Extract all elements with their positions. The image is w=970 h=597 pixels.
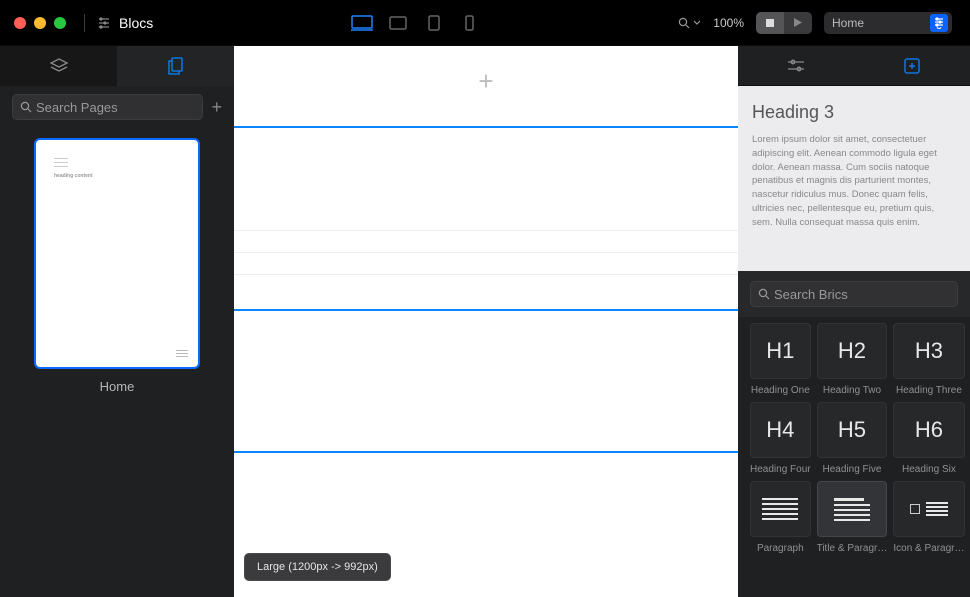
bric-cell-tp[interactable]: Title & Paragr… xyxy=(817,481,888,554)
left-panel: Search Pages + heading content Home xyxy=(0,46,234,597)
page-canvas[interactable]: + xyxy=(234,46,738,597)
breakpoint-tooltip: Large (1200px -> 992px) xyxy=(244,553,391,581)
preview-body-text: Lorem ipsum dolor sit amet, consectetuer… xyxy=(752,133,956,229)
page-selector[interactable]: Home xyxy=(824,12,952,34)
app-glyph-icon xyxy=(97,16,111,30)
preview-mode-segment xyxy=(756,12,812,34)
bric-label: Heading Three xyxy=(893,385,964,396)
brics-grid: H1 Heading One H2 Heading Two H3 Heading Thre… xyxy=(738,317,970,566)
close-window-button[interactable] xyxy=(14,17,26,29)
bric-label: Title & Paragr… xyxy=(817,543,888,554)
tab-inspector[interactable] xyxy=(738,46,854,85)
tab-pages[interactable] xyxy=(117,46,234,86)
right-panel-tabs xyxy=(738,46,970,86)
bric-tile: H6 xyxy=(893,402,964,458)
bric-tile: H5 xyxy=(817,402,888,458)
bric-tile: H4 xyxy=(750,402,811,458)
bric-tile: H2 xyxy=(817,323,888,379)
sliders-icon xyxy=(787,59,805,73)
bric-preview: Heading 3 Lorem ipsum dolor sit amet, co… xyxy=(738,86,970,271)
page-selector-dropdown-icon xyxy=(930,14,948,32)
page-selector-label: Home xyxy=(832,16,864,30)
search-brics-placeholder: Search Brics xyxy=(774,287,848,302)
device-desktop-button[interactable] xyxy=(349,13,375,33)
selection-bottom-edge xyxy=(234,451,738,453)
search-pages-input[interactable]: Search Pages xyxy=(12,94,203,120)
bric-tile xyxy=(893,481,964,537)
right-panel: Heading 3 Lorem ipsum dolor sit amet, co… xyxy=(738,46,970,597)
bric-label: Heading One xyxy=(750,385,811,396)
preview-heading: Heading 3 xyxy=(752,102,956,123)
thumb-mini-heading: heading content xyxy=(54,173,180,179)
stop-preview-button[interactable] xyxy=(756,12,784,34)
tab-brics-library[interactable] xyxy=(854,46,970,85)
page-thumbnail-home[interactable]: heading content xyxy=(34,138,200,369)
bric-label: Heading Five xyxy=(817,464,888,475)
bric-tile: H3 xyxy=(893,323,964,379)
canvas-area: + Large (1200px -> 992px) xyxy=(234,46,738,597)
bric-tile xyxy=(817,481,888,537)
bric-label: Heading Four xyxy=(750,464,811,475)
titlebar-divider xyxy=(84,14,85,32)
guide-line xyxy=(234,126,738,128)
add-bric-icon xyxy=(904,58,920,74)
bric-tile xyxy=(750,481,811,537)
bric-cell-ip[interactable]: Icon & Paragr… xyxy=(893,481,964,554)
add-page-button[interactable]: + xyxy=(211,97,222,118)
device-tablet-portrait-button[interactable] xyxy=(421,13,447,33)
device-phone-button[interactable] xyxy=(457,13,483,33)
minimize-window-button[interactable] xyxy=(34,17,46,29)
left-panel-tabs xyxy=(0,46,234,86)
guide-line xyxy=(234,230,738,231)
bric-label: Icon & Paragr… xyxy=(893,543,964,554)
bric-cell-para[interactable]: Paragraph xyxy=(750,481,811,554)
bric-label: Heading Six xyxy=(893,464,964,475)
bric-cell-h1[interactable]: H1 Heading One xyxy=(750,323,811,396)
search-brics-input[interactable]: Search Brics xyxy=(750,281,958,307)
chevron-down-icon xyxy=(693,20,701,26)
bric-cell-h3[interactable]: H3 Heading Three xyxy=(893,323,964,396)
selection-top-edge xyxy=(234,309,738,311)
maximize-window-button[interactable] xyxy=(54,17,66,29)
guide-line xyxy=(234,252,738,253)
app-name-label: Blocs xyxy=(119,15,153,31)
search-pages-placeholder: Search Pages xyxy=(36,100,118,115)
titlebar: Blocs 100% Home xyxy=(0,0,970,46)
tab-layers[interactable] xyxy=(0,46,117,86)
guide-line xyxy=(234,274,738,275)
bric-label: Paragraph xyxy=(750,543,811,554)
zoom-search-button[interactable] xyxy=(678,17,701,29)
bric-cell-h5[interactable]: H5 Heading Five xyxy=(817,402,888,475)
page-thumbnail-label: Home xyxy=(18,379,216,394)
zoom-level-label: 100% xyxy=(713,16,744,30)
app-title: Blocs xyxy=(97,15,153,31)
pages-icon xyxy=(168,57,184,75)
add-bric-button[interactable]: + xyxy=(234,66,738,97)
bric-label: Heading Two xyxy=(817,385,888,396)
bric-cell-h2[interactable]: H2 Heading Two xyxy=(817,323,888,396)
search-icon xyxy=(20,101,32,113)
search-icon xyxy=(758,288,770,300)
bric-cell-h4[interactable]: H4 Heading Four xyxy=(750,402,811,475)
bric-cell-h6[interactable]: H6 Heading Six xyxy=(893,402,964,475)
device-tablet-landscape-button[interactable] xyxy=(385,13,411,33)
layers-icon xyxy=(50,58,68,74)
window-controls xyxy=(14,17,66,29)
bric-tile: H1 xyxy=(750,323,811,379)
play-preview-button[interactable] xyxy=(784,12,812,34)
